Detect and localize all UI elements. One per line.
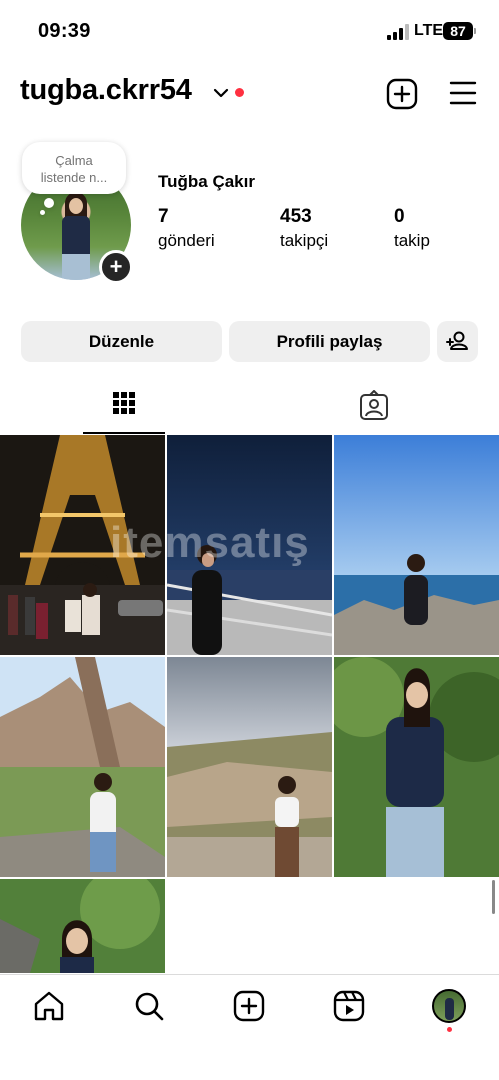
scrollbar[interactable]	[492, 880, 495, 914]
profile-notification-dot	[447, 1027, 452, 1032]
grid-icon	[113, 392, 135, 414]
menu-icon[interactable]	[449, 80, 477, 106]
share-profile-button[interactable]: Profili paylaş	[229, 321, 430, 362]
note-text-line1: Çalma	[55, 153, 93, 168]
post-thumbnail[interactable]	[167, 657, 332, 877]
stat-posts-value: 7	[158, 206, 169, 227]
chevron-down-icon[interactable]	[212, 84, 230, 102]
create-icon[interactable]	[232, 989, 266, 1023]
post-thumbnail[interactable]	[334, 657, 499, 877]
note-tail-small	[40, 210, 45, 215]
stat-followers[interactable]: 453 takipçi	[280, 206, 328, 251]
note-tail	[44, 198, 54, 208]
stat-following[interactable]: 0 takip	[394, 206, 430, 251]
profile-nav-avatar[interactable]	[432, 989, 466, 1023]
post-thumbnail[interactable]	[0, 657, 165, 877]
username-switcher[interactable]: tugba.ckrr54	[20, 74, 192, 107]
tagged-icon[interactable]	[358, 390, 390, 422]
add-story-button[interactable]: +	[99, 250, 133, 284]
battery-tip	[474, 28, 476, 34]
stat-following-label: takip	[394, 231, 430, 250]
reels-icon[interactable]	[332, 989, 366, 1023]
add-person-icon	[446, 331, 468, 350]
note-text-line2: listende n...	[40, 170, 108, 185]
profile-tabs	[0, 384, 499, 434]
network-label: LTE	[414, 22, 444, 39]
status-bar: 09:39 LTE 87	[0, 0, 499, 62]
discover-people-button[interactable]	[437, 321, 478, 362]
profile-header: tugba.ckrr54	[0, 70, 499, 120]
battery-icon: 87	[443, 22, 473, 40]
stat-posts-label: gönderi	[158, 231, 215, 250]
signal-icon	[387, 24, 409, 40]
stat-followers-label: takipçi	[280, 231, 329, 250]
stat-posts[interactable]: 7 gönderi	[158, 206, 215, 251]
post-thumbnail[interactable]	[0, 879, 165, 973]
edit-profile-button[interactable]: Düzenle	[21, 321, 222, 362]
search-icon[interactable]	[132, 989, 166, 1023]
home-icon[interactable]	[32, 989, 66, 1023]
note-bubble[interactable]: Çalma listende n...	[22, 142, 126, 194]
tab-posts-grid[interactable]	[83, 384, 165, 434]
stat-followers-value: 453	[280, 206, 312, 227]
watermark: itemsatış	[110, 518, 310, 567]
bottom-nav	[0, 974, 499, 1080]
status-time: 09:39	[38, 20, 91, 42]
active-tab-indicator	[83, 432, 165, 434]
full-name: Tuğba Çakır	[158, 172, 255, 191]
stat-following-value: 0	[394, 206, 405, 227]
notification-dot	[235, 88, 244, 97]
post-thumbnail[interactable]	[334, 435, 499, 655]
create-post-icon[interactable]	[386, 78, 418, 110]
